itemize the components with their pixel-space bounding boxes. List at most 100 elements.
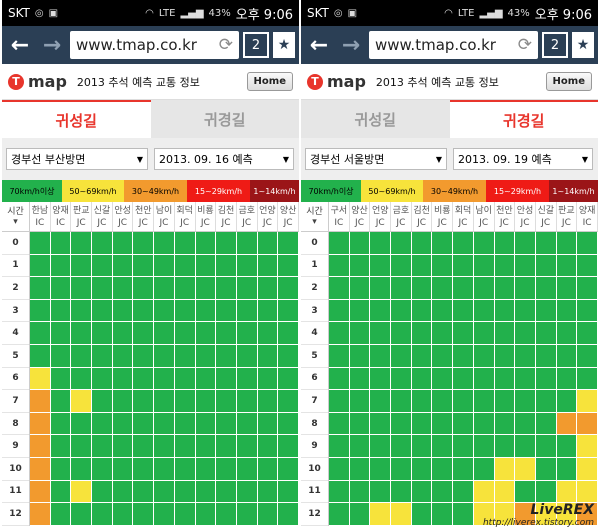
traffic-cell[interactable] [71,277,92,300]
traffic-cell[interactable] [154,390,174,413]
traffic-cell[interactable] [112,232,133,255]
traffic-cell[interactable] [257,254,278,278]
traffic-cell[interactable] [411,457,432,481]
traffic-cell[interactable] [30,322,50,345]
traffic-cell[interactable] [50,344,71,368]
traffic-cell[interactable] [133,299,154,323]
traffic-cell[interactable] [30,412,50,436]
traffic-cell[interactable] [236,503,257,526]
traffic-cell[interactable] [174,277,195,300]
traffic-cell[interactable] [349,503,370,526]
traffic-cell[interactable] [50,480,71,504]
traffic-cell[interactable] [556,344,577,368]
traffic-cell[interactable] [370,457,391,481]
traffic-cell[interactable] [453,457,473,481]
traffic-cell[interactable] [473,457,494,481]
traffic-cell[interactable] [30,435,50,458]
traffic-cell[interactable] [50,322,71,345]
traffic-cell[interactable] [174,480,195,504]
traffic-cell[interactable] [278,367,298,391]
traffic-cell[interactable] [494,254,515,278]
traffic-cell[interactable] [411,322,432,345]
traffic-cell[interactable] [71,367,92,391]
traffic-cell[interactable] [154,412,174,436]
traffic-cell[interactable] [50,254,71,278]
traffic-cell[interactable] [473,480,494,504]
traffic-cell[interactable] [349,232,370,255]
traffic-cell[interactable] [257,277,278,300]
traffic-cell[interactable] [216,367,236,391]
traffic-cell[interactable] [494,457,515,481]
traffic-cell[interactable] [515,299,535,323]
traffic-cell[interactable] [195,457,216,481]
traffic-cell[interactable] [556,412,577,436]
traffic-cell[interactable] [30,367,50,391]
traffic-cell[interactable] [195,322,216,345]
back-arrow-icon[interactable]: ← [6,31,34,59]
reload-icon[interactable]: ⟳ [219,35,233,55]
traffic-cell[interactable] [535,232,556,255]
tab-switcher-button[interactable]: 2 [542,32,568,58]
traffic-cell[interactable] [577,457,597,481]
traffic-cell[interactable] [329,367,349,391]
traffic-cell[interactable] [278,390,298,413]
traffic-cell[interactable] [71,457,92,481]
traffic-cell[interactable] [556,322,577,345]
traffic-cell[interactable] [92,322,112,345]
traffic-cell[interactable] [473,367,494,391]
traffic-cell[interactable] [257,232,278,255]
traffic-cell[interactable] [278,457,298,481]
traffic-cell[interactable] [71,412,92,436]
traffic-cell[interactable] [556,390,577,413]
route-select[interactable]: 경부선 부산방면 ▼ [6,148,148,170]
tab-outbound[interactable]: 귀성길 [2,100,151,138]
traffic-cell[interactable] [71,435,92,458]
url-field[interactable]: www.tmap.co.kr ⟳ [70,31,239,59]
traffic-cell[interactable] [50,277,71,300]
traffic-cell[interactable] [92,390,112,413]
traffic-cell[interactable] [391,390,411,413]
traffic-cell[interactable] [195,232,216,255]
traffic-cell[interactable] [432,277,453,300]
traffic-cell[interactable] [30,299,50,323]
reload-icon[interactable]: ⟳ [518,35,532,55]
traffic-cell[interactable] [391,435,411,458]
traffic-cell[interactable] [30,232,50,255]
traffic-cell[interactable] [71,390,92,413]
traffic-cell[interactable] [556,254,577,278]
traffic-cell[interactable] [71,254,92,278]
traffic-cell[interactable] [370,322,391,345]
traffic-cell[interactable] [195,503,216,526]
traffic-cell[interactable] [349,457,370,481]
traffic-cell[interactable] [391,344,411,368]
traffic-cell[interactable] [257,480,278,504]
traffic-cell[interactable] [329,254,349,278]
traffic-cell[interactable] [329,435,349,458]
traffic-cell[interactable] [370,232,391,255]
traffic-cell[interactable] [473,435,494,458]
traffic-cell[interactable] [154,344,174,368]
traffic-cell[interactable] [112,322,133,345]
traffic-cell[interactable] [370,435,391,458]
traffic-cell[interactable] [329,232,349,255]
traffic-cell[interactable] [453,299,473,323]
traffic-cell[interactable] [174,367,195,391]
traffic-cell[interactable] [391,480,411,504]
traffic-cell[interactable] [154,277,174,300]
traffic-cell[interactable] [133,390,154,413]
forward-arrow-icon[interactable]: → [38,31,66,59]
traffic-cell[interactable] [92,503,112,526]
traffic-cell[interactable] [195,299,216,323]
traffic-cell[interactable] [195,277,216,300]
traffic-cell[interactable] [556,480,577,504]
traffic-cell[interactable] [453,344,473,368]
traffic-cell[interactable] [257,457,278,481]
traffic-cell[interactable] [329,390,349,413]
traffic-cell[interactable] [391,299,411,323]
traffic-cell[interactable] [453,232,473,255]
traffic-cell[interactable] [494,412,515,436]
traffic-cell[interactable] [112,367,133,391]
traffic-cell[interactable] [174,457,195,481]
traffic-cell[interactable] [195,344,216,368]
traffic-cell[interactable] [112,344,133,368]
